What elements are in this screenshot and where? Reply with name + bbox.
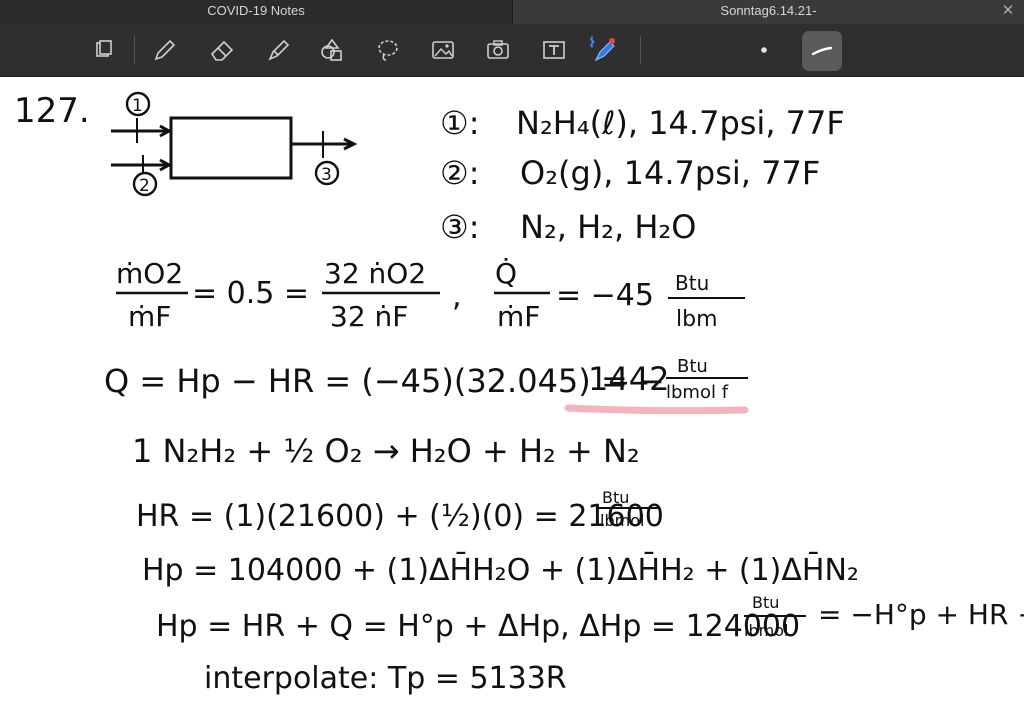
stream-label-3: 3 [321,165,332,185]
highlighter-icon[interactable] [260,32,296,68]
tab-bar: COVID-19 Notes ✕ Sonntag6.14.21- ✕ [0,0,1024,24]
hr-equation: HR = (1)(21600) + (½)(0) = 21600 [136,499,664,534]
lasso-icon[interactable] [370,32,406,68]
ratio-lhs-denominator: ṁF [128,300,171,333]
hp-equation: Hp = 104000 + (1)ΔH̄H₂O + (1)ΔH̄H₂ + (1)… [142,552,859,588]
hp-tail: = −H°p + HR + Q [818,598,1024,631]
handwriting-layer: 127. 1 2 3 ①: N₂H₄(ℓ), 14.7psi, 77F ②: O… [14,91,1024,696]
q-unit-den: lbm [676,307,718,332]
ratio-lhs-numerator: ṁO2 [116,257,183,290]
stream-3-text: N₂, H₂, H₂O [520,208,696,246]
interpolate-result: interpolate: Tp = 5133R [204,661,567,696]
q-value: = −45 [556,278,654,313]
eraser-icon[interactable] [204,32,240,68]
stream-label-2: 2 [139,176,150,196]
stroke-style-icon[interactable] [802,31,842,71]
ratio-rhs-numerator: 32 ṅO2 [324,257,426,290]
hr-unit-num: Btu [602,488,629,507]
hp-balance-equation: Hp = HR + Q = H°p + ΔHp, ΔHp = 124000 [156,609,800,644]
image-icon[interactable] [425,32,461,68]
note-canvas[interactable]: 127. 1 2 3 ①: N₂H₄(ℓ), 14.7psi, 77F ②: O… [0,77,1024,704]
text-box-icon[interactable] [536,32,572,68]
bluetooth-pen-icon[interactable] [586,32,622,68]
toolbar-divider [134,36,135,64]
ratio-middle: = 0.5 = [192,276,309,311]
tab-sonntag[interactable]: Sonntag6.14.21- [513,0,1024,24]
toolbar [0,24,1024,77]
chamber-box [169,116,293,180]
close-tab-icon[interactable]: ✕ [998,0,1018,24]
hp-unit-num: Btu [752,593,779,612]
q-equation: Q = Hp − HR = (−45)(32.045) = − [104,362,665,400]
stream-2-label: ②: [440,154,479,192]
stream-1-label: ①: [440,104,479,142]
hp-unit-den: lbmol [744,621,788,640]
camera-icon[interactable] [480,32,516,68]
tab-covid-notes[interactable]: COVID-19 Notes [0,0,513,24]
hr-unit-den: lbmol [600,511,644,530]
q-result-unit-den: lbmol f [666,382,729,403]
highlight-mark [564,404,749,415]
q-unit-num: Btu [675,271,709,295]
shapes-icon[interactable] [314,32,350,68]
q-result: 1442 [588,360,669,398]
q-denominator: ṁF [497,300,540,333]
stream-2-text: O₂(g), 14.7psi, 77F [520,154,820,192]
stream-label-1: 1 [132,96,143,116]
problem-number: 127. [14,91,90,131]
dot-size-icon[interactable] [746,32,782,68]
pages-icon[interactable] [86,32,122,68]
toolbar-divider [640,36,641,64]
q-result-unit-num: Btu [677,356,708,377]
ratio-rhs-denominator: 32 ṅF [330,300,408,333]
pen-icon[interactable] [146,32,182,68]
q-numerator: Q̇ [495,257,517,290]
stream-3-label: ③: [440,208,479,246]
reaction-equation: 1 N₂H₂ + ½ O₂ → H₂O + H₂ + N₂ [132,432,640,470]
comma-separator: , [452,279,462,314]
stream-1-text: N₂H₄(ℓ), 14.7psi, 77F [516,104,845,142]
